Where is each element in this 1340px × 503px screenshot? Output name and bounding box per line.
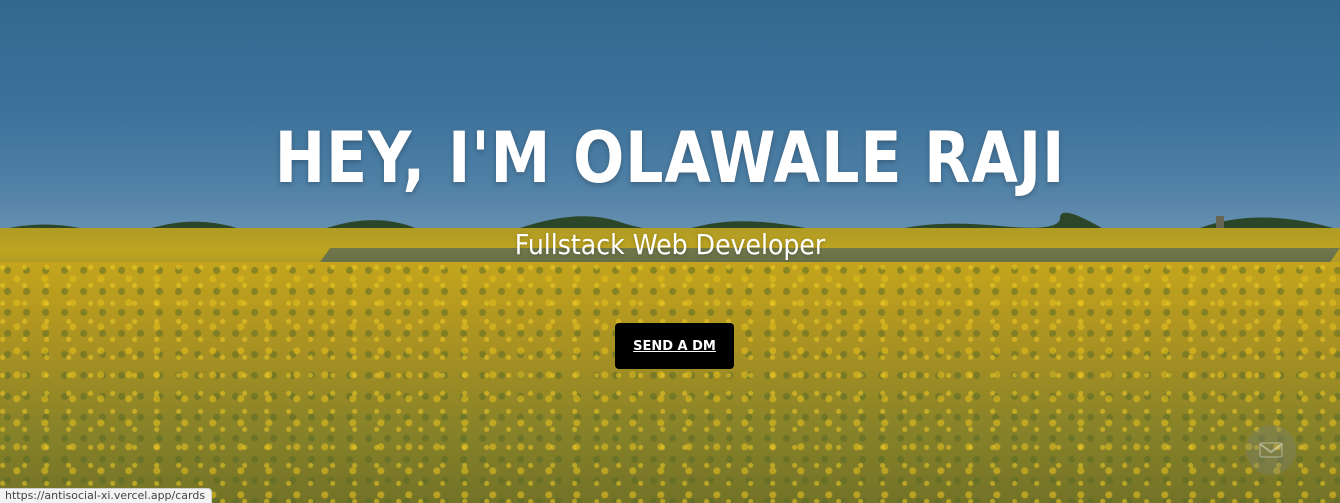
status-bar-url: https://antisocial-xi.vercel.app/cards <box>0 488 213 503</box>
floating-widget-icon[interactable] <box>1246 425 1296 475</box>
hero-subtitle: Fullstack Web Developer <box>514 228 826 261</box>
hero-section: HEY, I'M OLAWALE RAJI Fullstack Web Deve… <box>0 0 1340 503</box>
hero-title: HEY, I'M OLAWALE RAJI <box>274 117 1066 199</box>
send-dm-button[interactable]: SEND A DM <box>615 323 734 369</box>
